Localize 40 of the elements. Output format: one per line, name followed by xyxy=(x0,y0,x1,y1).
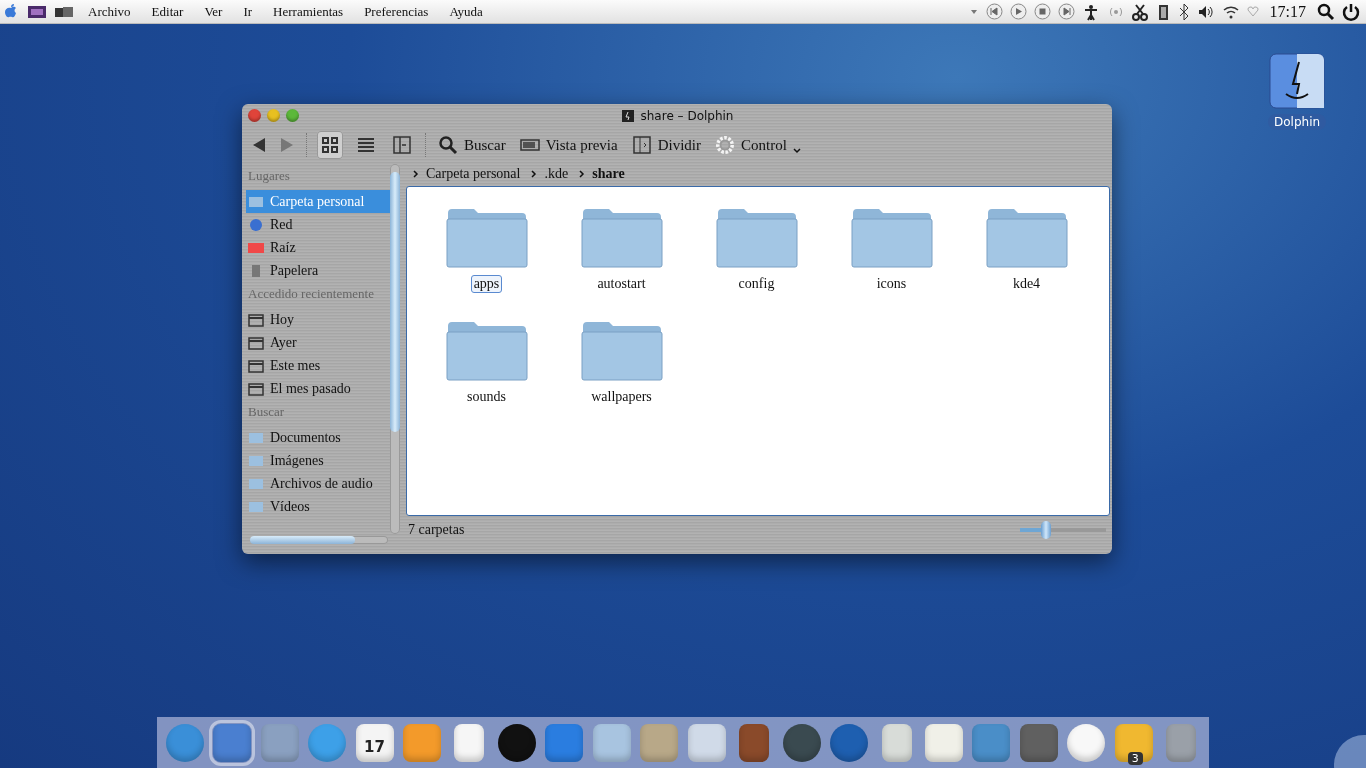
menu-item[interactable]: Ver xyxy=(204,3,223,20)
file-name[interactable]: kde4 xyxy=(1009,275,1044,293)
calendar-icon[interactable]: 17 xyxy=(355,723,394,762)
sidebar-item[interactable]: Papelera xyxy=(246,259,391,282)
preview-button[interactable]: Vista previa xyxy=(517,135,620,155)
sidebar-item[interactable]: Este mes xyxy=(246,354,391,377)
sidebar-item[interactable]: Documentos xyxy=(246,426,391,449)
menu-item[interactable]: Herramientas xyxy=(273,3,344,20)
file-name[interactable]: sounds xyxy=(464,388,509,406)
icon-label[interactable]: Dolphin xyxy=(1268,114,1327,130)
sidebar-item[interactable]: Vídeos xyxy=(246,495,391,518)
file-name[interactable]: autostart xyxy=(594,275,649,293)
section-heading: Accedido recientemente xyxy=(247,285,375,303)
sidebar-item[interactable]: Imágenes xyxy=(246,449,391,472)
file-name[interactable]: icons xyxy=(873,275,910,293)
window-title: share – Dolphin xyxy=(640,109,734,123)
clock[interactable]: 17:17 xyxy=(1269,2,1306,21)
menu-item[interactable]: Ir xyxy=(243,3,253,20)
menu-item[interactable]: Preferencias xyxy=(364,3,429,20)
menu-item[interactable]: Editar xyxy=(151,3,184,20)
file-name[interactable]: apps xyxy=(470,275,503,293)
file-name[interactable]: wallpapers xyxy=(588,388,655,406)
control-button[interactable]: Control xyxy=(713,135,803,155)
menu-item[interactable]: Ayuda xyxy=(449,3,483,20)
status-text: 7 carpetas xyxy=(408,522,465,538)
menu-item[interactable]: Archivo xyxy=(88,3,131,20)
sidebar-item[interactable]: Raíz xyxy=(246,236,391,259)
breadcrumb-item[interactable]: share xyxy=(592,166,625,182)
breadcrumb-item[interactable]: Carpeta personal xyxy=(426,166,521,182)
sidebar-item[interactable]: Archivos de audio xyxy=(246,472,391,495)
sidebar-item[interactable]: El mes pasado xyxy=(246,377,391,400)
section-heading: Buscar xyxy=(247,403,286,421)
breadcrumb-item[interactable]: .kde xyxy=(544,166,569,182)
search-button[interactable]: Buscar xyxy=(436,135,508,155)
split-button[interactable]: Dividir xyxy=(629,135,703,155)
file-name[interactable]: config xyxy=(735,275,778,293)
sidebar-item[interactable]: Red xyxy=(246,213,391,236)
section-heading: Lugares xyxy=(247,167,291,185)
sidebar-item[interactable]: Ayer xyxy=(246,331,391,354)
sidebar-item[interactable]: Hoy xyxy=(246,308,391,331)
